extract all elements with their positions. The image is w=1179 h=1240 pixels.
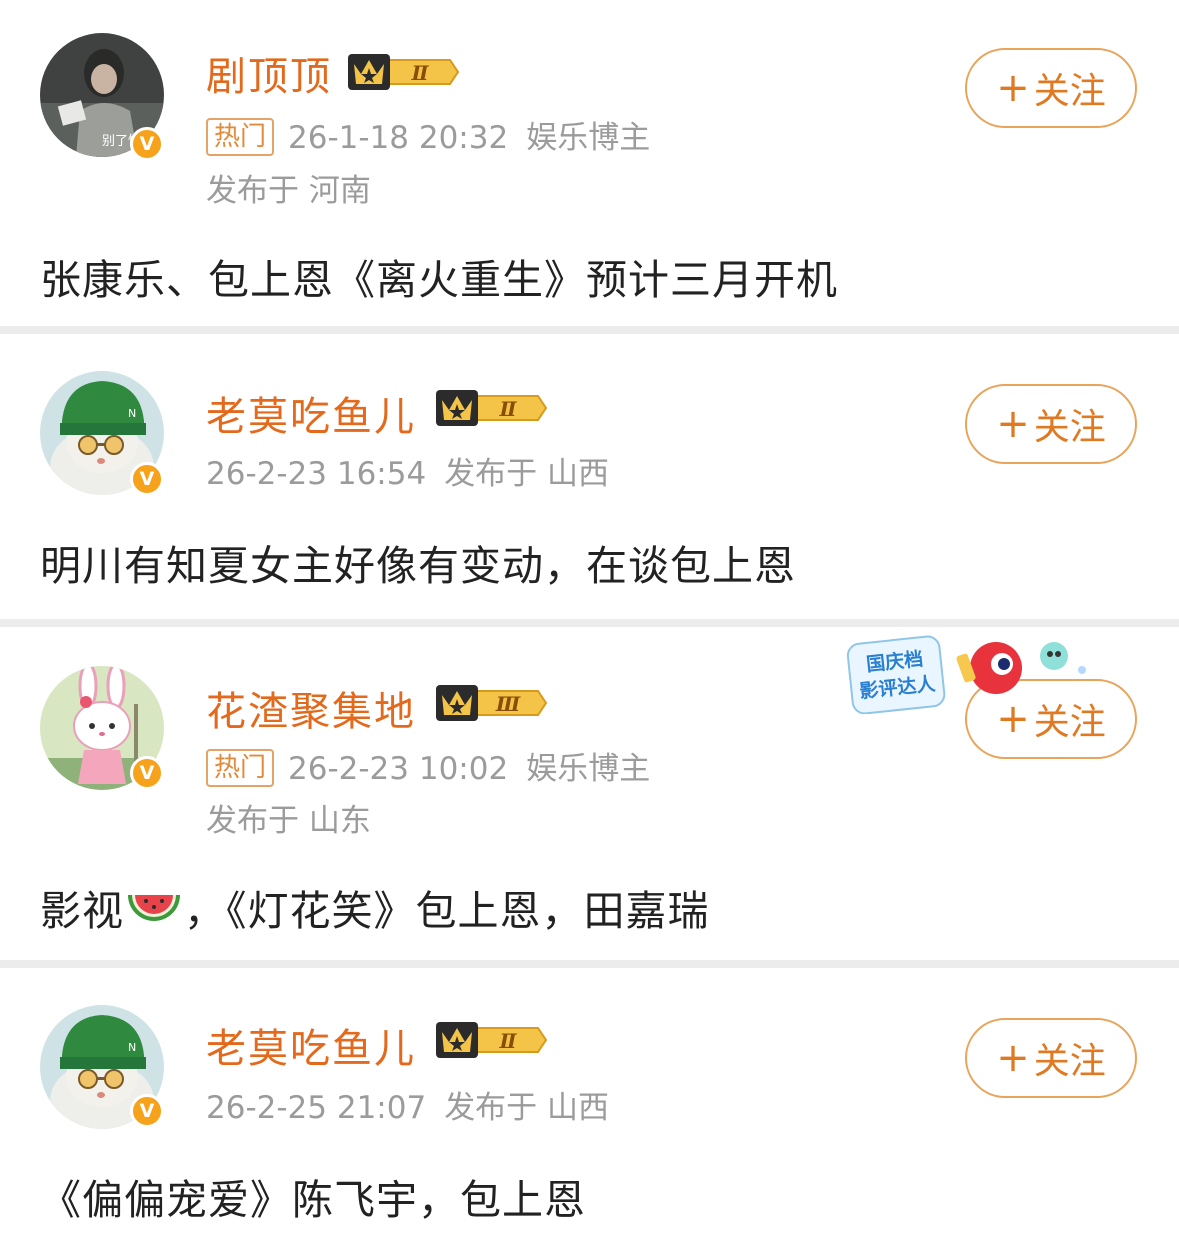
feed: 别了快去 V 剧顶顶 Ⅱ 热门 26-1-18 20:32 娱乐博主 发布于 河南 … <box>0 0 1179 1240</box>
hot-tag: 热门 <box>206 118 275 156</box>
post-card[interactable]: N V 老莫吃鱼儿 Ⅱ 26-2-25 21:07 发布于 山西 + 关注 《偏偏宠… <box>0 968 1179 1240</box>
verified-badge-icon: V <box>130 462 164 496</box>
timestamp: 26-2-23 16:54 <box>206 456 427 492</box>
post-content[interactable]: 张康乐、包上恩《离火重生》预计三月开机 <box>40 246 838 306</box>
follow-button[interactable]: + 关注 <box>965 48 1137 128</box>
svg-text:Ⅱ: Ⅱ <box>411 61 430 85</box>
post-meta: 26-2-25 21:07 发布于 山西 <box>206 1082 609 1127</box>
category: 娱乐博主 <box>526 120 651 156</box>
svg-text:N: N <box>128 407 136 420</box>
username[interactable]: 老莫吃鱼儿 <box>206 1016 416 1074</box>
watermelon-icon <box>128 895 180 921</box>
post-card[interactable]: V 花渣聚集地 Ⅲ 热门 26-2-23 10:02 娱乐博主 发布于 山东 + 关注… <box>0 627 1179 960</box>
timestamp: 26-2-23 10:02 <box>288 751 509 787</box>
crown-level-icon: Ⅱ <box>348 54 460 90</box>
plus-icon: + <box>996 401 1030 447</box>
location: 发布于 山东 <box>206 803 371 839</box>
username[interactable]: 花渣聚集地 <box>206 679 416 737</box>
post-card[interactable]: 别了快去 V 剧顶顶 Ⅱ 热门 26-1-18 20:32 娱乐博主 发布于 河南 … <box>0 0 1179 326</box>
crown-level-icon: Ⅱ <box>436 1022 548 1058</box>
post-meta: 26-2-23 16:54 发布于 山西 <box>206 448 609 493</box>
follow-label: 关注 <box>1033 71 1106 112</box>
svg-text:Ⅱ: Ⅱ <box>499 397 518 421</box>
location: 发布于 山西 <box>444 456 610 492</box>
content-suffix: ，《灯花笑》包上恩，田嘉瑞 <box>184 887 710 935</box>
svg-text:Ⅲ: Ⅲ <box>495 692 521 716</box>
follow-label: 关注 <box>1033 407 1106 448</box>
plus-icon: + <box>996 1035 1030 1081</box>
post-content[interactable]: 影视 ，《灯花笑》包上恩，田嘉瑞 <box>40 877 710 937</box>
follow-button[interactable]: + 关注 <box>965 1018 1137 1098</box>
verified-badge-icon: V <box>130 756 164 790</box>
post-content[interactable]: 《偏偏宠爱》陈飞宇，包上恩 <box>40 1166 586 1226</box>
location: 发布于 山西 <box>444 1090 610 1126</box>
timestamp: 26-2-25 21:07 <box>206 1090 427 1126</box>
follow-button[interactable]: + 关注 <box>965 384 1137 464</box>
post-card[interactable]: N V 老莫吃鱼儿 Ⅱ 26-2-23 16:54 发布于 山西 + 关注 明川有知… <box>0 334 1179 619</box>
post-content[interactable]: 明川有知夏女主好像有变动，在谈包上恩 <box>40 532 796 592</box>
username[interactable]: 老莫吃鱼儿 <box>206 384 416 442</box>
post-meta: 热门 26-1-18 20:32 娱乐博主 <box>206 112 650 157</box>
svg-text:N: N <box>128 1041 136 1054</box>
location: 发布于 河南 <box>206 173 371 209</box>
post-meta: 热门 26-2-23 10:02 娱乐博主 <box>206 743 650 788</box>
svg-text:Ⅱ: Ⅱ <box>499 1029 518 1053</box>
verified-badge-icon: V <box>130 1094 164 1128</box>
username[interactable]: 剧顶顶 <box>206 44 332 102</box>
crown-level-icon: Ⅲ <box>436 685 548 721</box>
timestamp: 26-1-18 20:32 <box>288 120 509 156</box>
review-expert-sticker: 国庆档 影评达人 <box>846 635 1086 714</box>
hot-tag: 热门 <box>206 749 275 787</box>
content-prefix: 影视 <box>40 887 124 935</box>
follow-label: 关注 <box>1033 1041 1106 1082</box>
crown-level-icon: Ⅱ <box>436 390 548 426</box>
verified-badge-icon: V <box>130 127 164 161</box>
category: 娱乐博主 <box>526 751 651 787</box>
plus-icon: + <box>996 65 1030 111</box>
